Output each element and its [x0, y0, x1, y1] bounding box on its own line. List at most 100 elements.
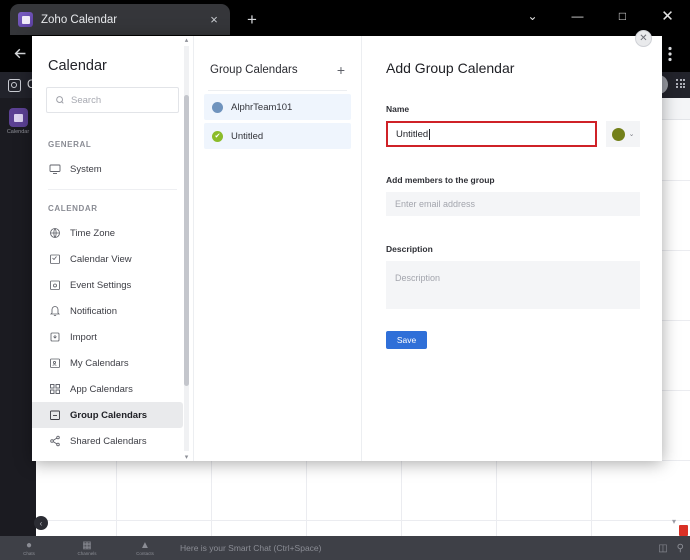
back-icon[interactable] — [6, 40, 34, 68]
settings-search-input[interactable]: Search — [46, 87, 179, 113]
sidebar-item-import[interactable]: Import — [32, 324, 183, 350]
calendar-view-icon — [48, 253, 61, 266]
smart-chat-bar: ● Chats ▦ Channels ▲ Contacts Here is yo… — [0, 536, 690, 560]
event-settings-icon — [48, 279, 61, 292]
description-label: Description — [386, 244, 433, 254]
window-controls: ⌄ — □ ✕ — [510, 0, 690, 32]
section-label-calendar: CALENDAR — [48, 204, 98, 213]
scroll-up-icon[interactable]: ▴ — [185, 36, 189, 44]
add-group-calendar-form: Add Group Calendar Name Untitled ⌄ Add m… — [362, 36, 662, 461]
sidebar-item-label: System — [70, 163, 102, 175]
calendar-scroll-down-icon[interactable]: ▾ — [672, 517, 676, 526]
chevron-down-icon: ⌄ — [628, 131, 635, 138]
sidebar-item-event-settings[interactable]: Event Settings — [32, 272, 183, 298]
scrollbar-thumb[interactable] — [184, 94, 189, 387]
settings-overlay: Calendar Search GENERAL System CALENDAR — [32, 36, 662, 461]
sidebar-item-notification[interactable]: Notification — [32, 298, 183, 324]
calendar-app-icon — [8, 108, 28, 127]
calendar-color-dot — [212, 101, 223, 113]
maximize-button[interactable]: □ — [600, 0, 645, 32]
chevron-down-icon[interactable]: ⌄ — [510, 0, 555, 32]
settings-search-placeholder: Search — [71, 94, 102, 106]
sidebar-item-label: Notification — [70, 305, 117, 317]
page-title: Add Group Calendar — [386, 60, 515, 76]
rail-item-label: Calendar — [6, 129, 30, 135]
sidebar-item-label: Event Settings — [70, 279, 132, 291]
group-calendars-title: Group Calendars — [210, 64, 298, 76]
my-calendars-icon — [48, 357, 61, 370]
name-row: Untitled ⌄ — [386, 121, 640, 147]
sidebar-item-label: App Calendars — [70, 383, 133, 395]
scroll-down-icon[interactable]: ▾ — [185, 453, 189, 461]
scrollbar-track[interactable] — [184, 46, 189, 451]
list-item-label: Untitled — [231, 130, 264, 142]
import-icon — [48, 331, 61, 344]
group-calendars-header: Group Calendars + — [194, 36, 361, 78]
sidebar-item-label: Group Calendars — [70, 409, 148, 421]
sidebar-item-my-calendars[interactable]: My Calendars — [32, 350, 183, 376]
new-tab-button[interactable]: + — [242, 10, 262, 30]
group-calendars-column: Group Calendars + AlphrTeam101 ✔ Untitle… — [194, 36, 362, 461]
color-picker-button[interactable]: ⌄ — [606, 121, 640, 147]
sidebar-item-group-calendars[interactable]: Group Calendars — [32, 402, 183, 428]
sidebar-item-label: My Calendars — [70, 357, 129, 369]
close-icon[interactable]: × — [206, 12, 222, 28]
tab-title: Zoho Calendar — [41, 13, 118, 26]
sidebar-item-label: Import — [70, 331, 97, 343]
calendar-favicon-icon — [18, 12, 33, 27]
members-input[interactable]: Enter email address — [386, 192, 640, 216]
apps-grid-icon[interactable] — [676, 79, 685, 88]
section-label-general: GENERAL — [48, 140, 92, 149]
sidebar-item-synchronize[interactable]: Synchronize — [32, 454, 183, 461]
monitor-icon — [48, 163, 61, 176]
browser-tab[interactable]: Zoho Calendar × — [10, 4, 230, 35]
chat-icon[interactable]: ● Chats — [0, 540, 58, 556]
share-nodes-icon — [48, 435, 61, 448]
group-calendars-icon — [48, 409, 61, 422]
color-swatch — [611, 127, 625, 141]
sidebar-item-calendar-view[interactable]: Calendar View — [32, 246, 183, 272]
text-caret — [429, 128, 431, 140]
sidebar-item-system[interactable]: System — [32, 156, 183, 182]
save-button[interactable]: Save — [386, 331, 427, 349]
search-icon — [55, 95, 65, 105]
contacts-icon[interactable]: ▲ Contacts — [116, 540, 174, 556]
search-icon[interactable]: ⚲ — [677, 543, 684, 554]
app-calendars-icon — [48, 383, 61, 396]
settings-sidebar: Calendar Search GENERAL System CALENDAR — [32, 36, 194, 461]
divider — [208, 90, 347, 91]
rail-item-calendar[interactable]: Calendar — [0, 98, 36, 135]
add-group-calendar-button[interactable]: + — [337, 62, 345, 78]
sidebar-item-time-zone[interactable]: Time Zone — [32, 220, 183, 246]
description-textarea[interactable]: Description — [386, 261, 640, 309]
window-icon[interactable]: ◫ — [658, 543, 667, 554]
name-input[interactable]: Untitled — [386, 121, 597, 147]
name-label: Name — [386, 104, 410, 114]
members-label: Add members to the group — [386, 175, 495, 185]
status-badge — [679, 525, 688, 536]
calendar-logo-icon — [8, 78, 21, 92]
window-close-button[interactable]: ✕ — [645, 0, 690, 32]
description-placeholder: Description — [395, 273, 441, 283]
chatbar-actions: ◫ ⚲ — [649, 543, 690, 554]
settings-sidebar-scrollbar[interactable]: ▴ ▾ — [183, 36, 190, 461]
sidebar-item-label: Shared Calendars — [70, 435, 147, 447]
smart-chat-input[interactable]: Here is your Smart Chat (Ctrl+Space) — [174, 543, 649, 553]
list-item-label: AlphrTeam101 — [231, 101, 293, 113]
globe-icon — [48, 227, 61, 240]
list-item[interactable]: AlphrTeam101 — [204, 94, 351, 120]
sync-icon — [48, 461, 61, 462]
minimize-button[interactable]: — — [555, 0, 600, 32]
app-rail: Calendar — [0, 98, 36, 536]
settings-title: Calendar — [48, 58, 107, 74]
sidebar-item-shared-calendars[interactable]: Shared Calendars — [32, 428, 183, 454]
name-input-value: Untitled — [396, 128, 429, 140]
list-item[interactable]: ✔ Untitled — [204, 123, 351, 149]
members-input-placeholder: Enter email address — [395, 199, 476, 209]
calendar-color-dot-checked: ✔ — [212, 130, 223, 142]
channels-icon[interactable]: ▦ Channels — [58, 540, 116, 556]
overlay-close-icon[interactable]: ✕ — [635, 30, 652, 47]
sidebar-item-app-calendars[interactable]: App Calendars — [32, 376, 183, 402]
sidebar-item-label: Calendar View — [70, 253, 132, 265]
sidebar-collapse-button[interactable]: ‹ — [34, 516, 48, 530]
